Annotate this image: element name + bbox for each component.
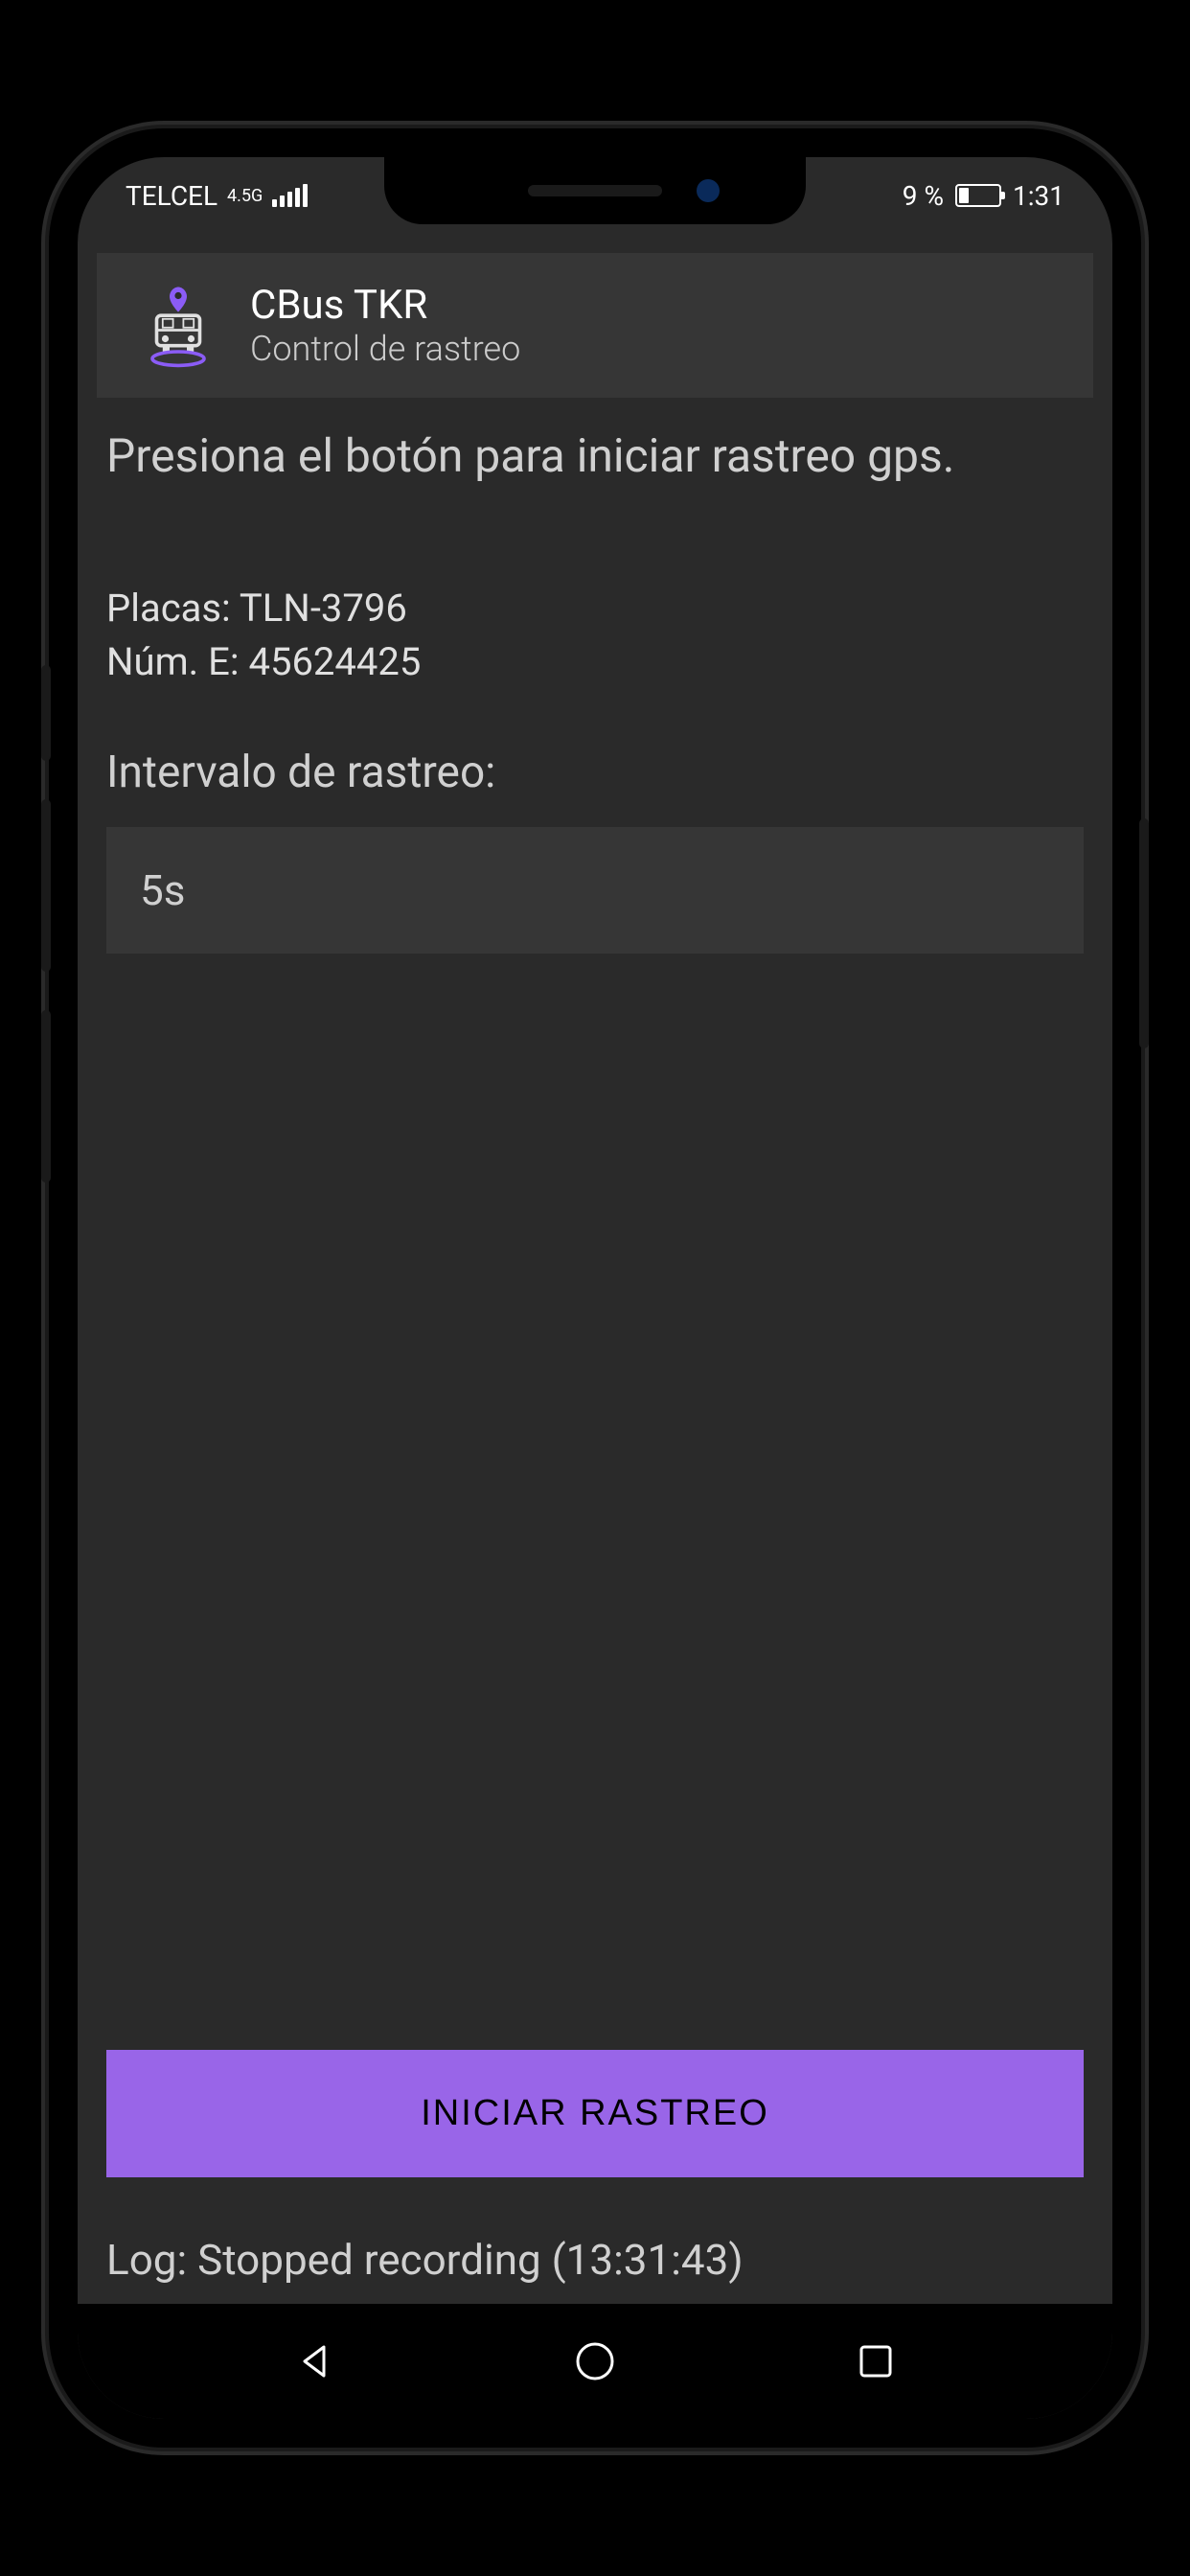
num-label: Núm. E: <box>106 639 240 684</box>
back-icon[interactable] <box>290 2337 338 2385</box>
plates-value: TLN-3796 <box>240 586 407 631</box>
num-value: 45624425 <box>248 639 421 684</box>
app-title: CBus TKR <box>250 282 520 329</box>
recent-apps-icon[interactable] <box>852 2337 900 2385</box>
navigation-bar <box>78 2304 1112 2419</box>
speaker-grille <box>528 185 662 196</box>
battery-percent: 9 % <box>903 180 944 212</box>
content-area: Presiona el botón para iniciar rastreo g… <box>78 426 1112 2304</box>
status-left: TELCEL 4.5G <box>126 180 308 212</box>
phone-frame: TELCEL 4.5G 9 % 1:31 <box>49 128 1141 2448</box>
carrier-label: TELCEL <box>126 180 217 212</box>
home-icon[interactable] <box>571 2337 619 2385</box>
instruction-text: Presiona el botón para iniciar rastreo g… <box>106 426 1084 486</box>
notch <box>384 157 806 224</box>
log-text: Log: Stopped recording (13:31:43) <box>106 2235 1084 2285</box>
interval-select[interactable]: 5s <box>106 827 1084 954</box>
interval-value: 5s <box>140 865 185 915</box>
bus-location-icon <box>135 283 221 369</box>
plates-label: Placas: <box>106 586 231 631</box>
clock: 1:31 <box>1013 180 1064 212</box>
network-type: 4.5G <box>227 186 263 206</box>
battery-icon <box>955 184 1001 207</box>
vehicle-info: Placas: TLN-3796 Núm. E: 45624425 <box>106 582 1084 689</box>
app-content: CBus TKR Control de rastreo Presiona el … <box>78 234 1112 2304</box>
interval-label: Intervalo de rastreo: <box>106 747 1084 798</box>
volume-up-button <box>41 799 51 972</box>
phone-screen: TELCEL 4.5G 9 % 1:31 <box>78 157 1112 2419</box>
app-subtitle: Control de rastreo <box>250 329 520 369</box>
side-button <box>41 665 51 761</box>
front-camera <box>697 179 720 202</box>
start-tracking-button[interactable]: INICIAR RASTREO <box>106 2050 1084 2177</box>
volume-down-button <box>41 1010 51 1183</box>
app-header: CBus TKR Control de rastreo <box>97 253 1093 398</box>
power-button <box>1139 818 1149 1048</box>
spacer <box>106 992 1084 2050</box>
app-titles: CBus TKR Control de rastreo <box>250 282 520 369</box>
signal-bars-icon <box>272 184 308 207</box>
status-right: 9 % 1:31 <box>903 180 1064 212</box>
